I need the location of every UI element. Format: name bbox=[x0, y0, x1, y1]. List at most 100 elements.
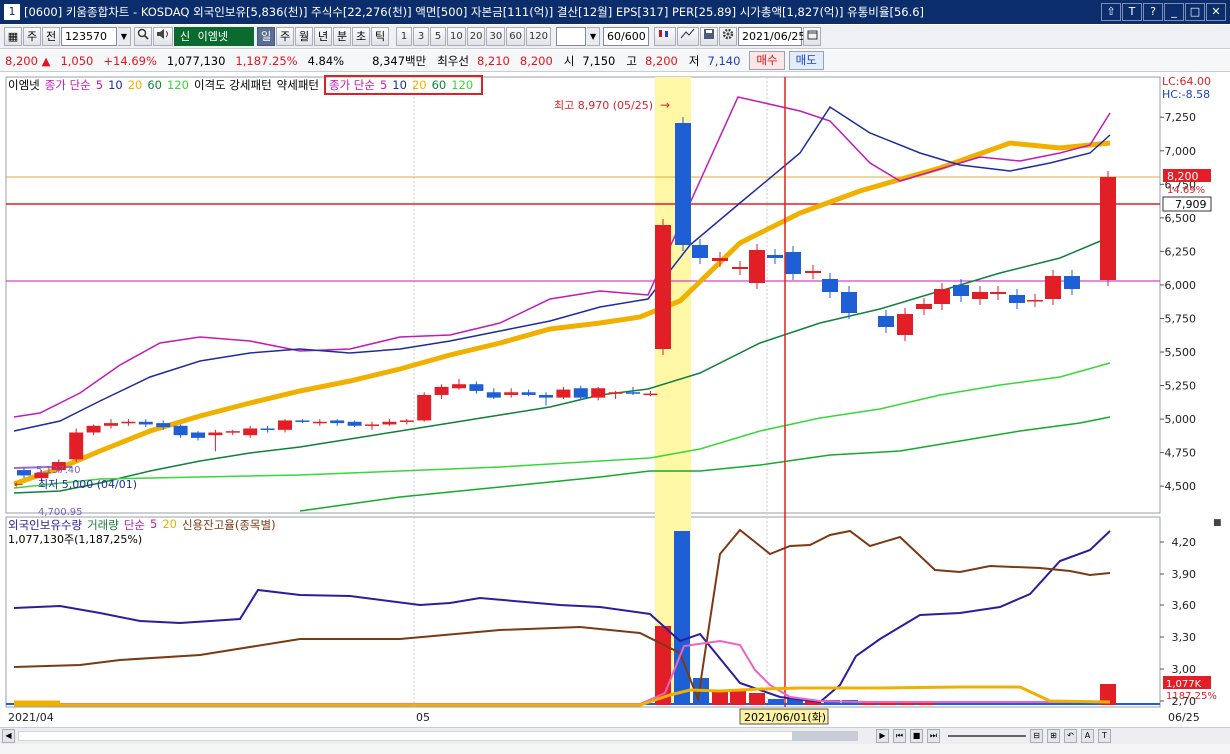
minute-30-button[interactable]: 30 bbox=[486, 27, 506, 46]
draw-tool-icon[interactable] bbox=[677, 27, 700, 46]
volume-bar bbox=[712, 691, 728, 705]
text-size-icon[interactable]: A bbox=[1081, 729, 1094, 743]
minute-1-button[interactable]: 1 bbox=[396, 27, 412, 46]
tab-tick[interactable]: 틱 bbox=[371, 27, 389, 46]
zoom-in-icon[interactable]: ⊞ bbox=[1047, 729, 1060, 743]
sell-button[interactable]: 매도 bbox=[788, 51, 824, 70]
price-tag: 8,200 bbox=[1167, 170, 1199, 183]
volume-tick-label: 3,30 bbox=[1172, 631, 1197, 644]
tab-yearly[interactable]: 년 bbox=[314, 27, 332, 46]
window-controls: ⇧ T ? _ □ ✕ bbox=[1100, 3, 1226, 21]
date-input[interactable]: 2021/06/25 bbox=[738, 27, 805, 46]
legend-weak-pattern[interactable]: 약세패턴 bbox=[277, 77, 319, 93]
candle-body bbox=[17, 470, 31, 476]
price-tick-label: 5,750 bbox=[1165, 312, 1197, 325]
candle-body bbox=[767, 255, 783, 258]
gear-icon[interactable] bbox=[719, 27, 738, 46]
close-button[interactable]: ✕ bbox=[1206, 3, 1226, 21]
volume-value: 1,077,130 bbox=[166, 53, 226, 68]
save-icon[interactable] bbox=[700, 27, 719, 46]
stock-name-label[interactable]: 신 이엠넷 bbox=[174, 27, 254, 46]
candle-body bbox=[732, 267, 748, 269]
maximize-button[interactable]: □ bbox=[1185, 3, 1205, 21]
tab-second[interactable]: 초 bbox=[352, 27, 370, 46]
last-page-icon[interactable]: ⏭ bbox=[927, 729, 940, 743]
legend-ma-5[interactable]: 5 bbox=[96, 78, 103, 92]
custom-period-input[interactable] bbox=[556, 27, 587, 46]
volume-pct-tag: 1187.25% bbox=[1166, 691, 1217, 702]
legend-ma-60[interactable]: 60 bbox=[147, 78, 162, 92]
candle-body bbox=[692, 245, 708, 258]
legend-stock-name[interactable]: 이엠넷 bbox=[8, 77, 40, 93]
first-page-icon[interactable]: ⏮ bbox=[893, 729, 906, 743]
minute-10-button[interactable]: 10 bbox=[447, 27, 466, 46]
new-badge: 신 bbox=[180, 30, 191, 43]
legend-disparity[interactable]: 이격도 강세패턴 bbox=[194, 77, 272, 93]
stop-icon[interactable]: ■ bbox=[910, 729, 923, 743]
prev-button[interactable]: 전 bbox=[42, 27, 60, 46]
code-dropdown-icon[interactable]: ▼ bbox=[118, 27, 131, 46]
legend-volume-ma-20[interactable]: 20 bbox=[162, 517, 177, 533]
chart-window: 1 [0600] 키움종합차트 - KOSDAQ 외국인보유[5,836(천)]… bbox=[0, 0, 1230, 754]
undo-icon[interactable]: ↶ bbox=[1064, 729, 1077, 743]
stock-code-input[interactable]: 123570 bbox=[61, 27, 117, 46]
magnifier-icon[interactable] bbox=[134, 27, 152, 46]
legend-volume-ma-5[interactable]: 5 bbox=[150, 517, 157, 533]
candle-body bbox=[243, 428, 258, 436]
price-change: 1,050 bbox=[60, 53, 94, 68]
chart-scrollbar[interactable]: ◀ ▶ ⏮ ■ ⏭ ⊟ ⊞ ↶ A T bbox=[0, 727, 1230, 744]
tab-daily[interactable]: 일 bbox=[257, 27, 275, 46]
legend-ma-10[interactable]: 10 bbox=[108, 78, 123, 92]
speaker-icon[interactable] bbox=[153, 27, 173, 46]
link-icon[interactable]: ⇧ bbox=[1101, 3, 1121, 21]
text-icon[interactable]: T bbox=[1122, 3, 1142, 21]
minute-5-button[interactable]: 5 bbox=[430, 27, 446, 46]
help-icon[interactable]: ? bbox=[1143, 3, 1163, 21]
panel-menu-icon: ■ bbox=[1213, 518, 1222, 528]
tab-weekly[interactable]: 주 bbox=[276, 27, 294, 46]
current-price: 8,200 ▲ bbox=[5, 53, 51, 68]
layout-button[interactable]: ▦ bbox=[4, 27, 22, 46]
legend-ma-20[interactable]: 20 bbox=[128, 78, 143, 92]
tab-minute[interactable]: 분 bbox=[333, 27, 351, 46]
candle-body bbox=[399, 420, 414, 422]
scroll-left-icon[interactable]: ◀ bbox=[2, 729, 15, 743]
candle-body bbox=[278, 420, 292, 430]
candle-body bbox=[365, 424, 379, 426]
candle-body bbox=[626, 392, 640, 394]
minute-60-button[interactable]: 60 bbox=[506, 27, 525, 46]
volume-info: 1,077,130주(1,187,25%) bbox=[8, 533, 143, 546]
highlighted-ma-legend[interactable]: 종가 단순 5 10 20 60 120 bbox=[323, 75, 484, 95]
legend-ma-120[interactable]: 120 bbox=[167, 78, 189, 92]
candle-body bbox=[749, 250, 765, 283]
candle-body bbox=[138, 421, 153, 425]
minute-3-button[interactable]: 3 bbox=[413, 27, 429, 46]
text-tool-icon[interactable]: T bbox=[1098, 729, 1111, 743]
zoom-slider[interactable] bbox=[948, 735, 1026, 737]
zoom-out-icon[interactable]: ⊟ bbox=[1030, 729, 1043, 743]
candle-type-icon[interactable] bbox=[654, 27, 677, 46]
legend-credit-balance[interactable]: 신용잔고율(종목별) bbox=[182, 517, 276, 533]
count-input[interactable]: 60/600 bbox=[603, 27, 650, 46]
chart-area[interactable]: 7,250 7,000 6,750 6,500 6,250 6,000 5,750 5,500… bbox=[0, 73, 1230, 727]
scroll-thumb[interactable] bbox=[792, 731, 858, 741]
scroll-right-icon[interactable]: ▶ bbox=[876, 729, 889, 743]
trading-amount: 8,347백만 bbox=[372, 53, 427, 68]
minute-120-button[interactable]: 120 bbox=[525, 27, 552, 46]
window-icon: 1 bbox=[4, 4, 20, 20]
calendar-icon[interactable] bbox=[803, 27, 822, 46]
tab-monthly[interactable]: 월 bbox=[295, 27, 313, 46]
volume-bar bbox=[768, 699, 784, 705]
minimize-button[interactable]: _ bbox=[1164, 3, 1184, 21]
stock-type-button[interactable]: 주 bbox=[23, 27, 41, 46]
price-tick-label: 5,250 bbox=[1165, 380, 1197, 393]
scroll-track[interactable] bbox=[18, 731, 858, 741]
legend-ma-label[interactable]: 종가 단순 bbox=[45, 77, 91, 93]
x-label-april: 2021/04 bbox=[8, 711, 54, 724]
candle-body bbox=[417, 394, 432, 421]
candle-body bbox=[591, 388, 606, 398]
chart-canvas[interactable]: 7,2507,0006,7506,5006,2506,0005,7505,500… bbox=[0, 73, 1230, 727]
buy-button[interactable]: 매수 bbox=[749, 51, 785, 70]
minute-20-button[interactable]: 20 bbox=[466, 27, 486, 46]
period-dropdown-icon[interactable]: ▼ bbox=[587, 27, 601, 46]
